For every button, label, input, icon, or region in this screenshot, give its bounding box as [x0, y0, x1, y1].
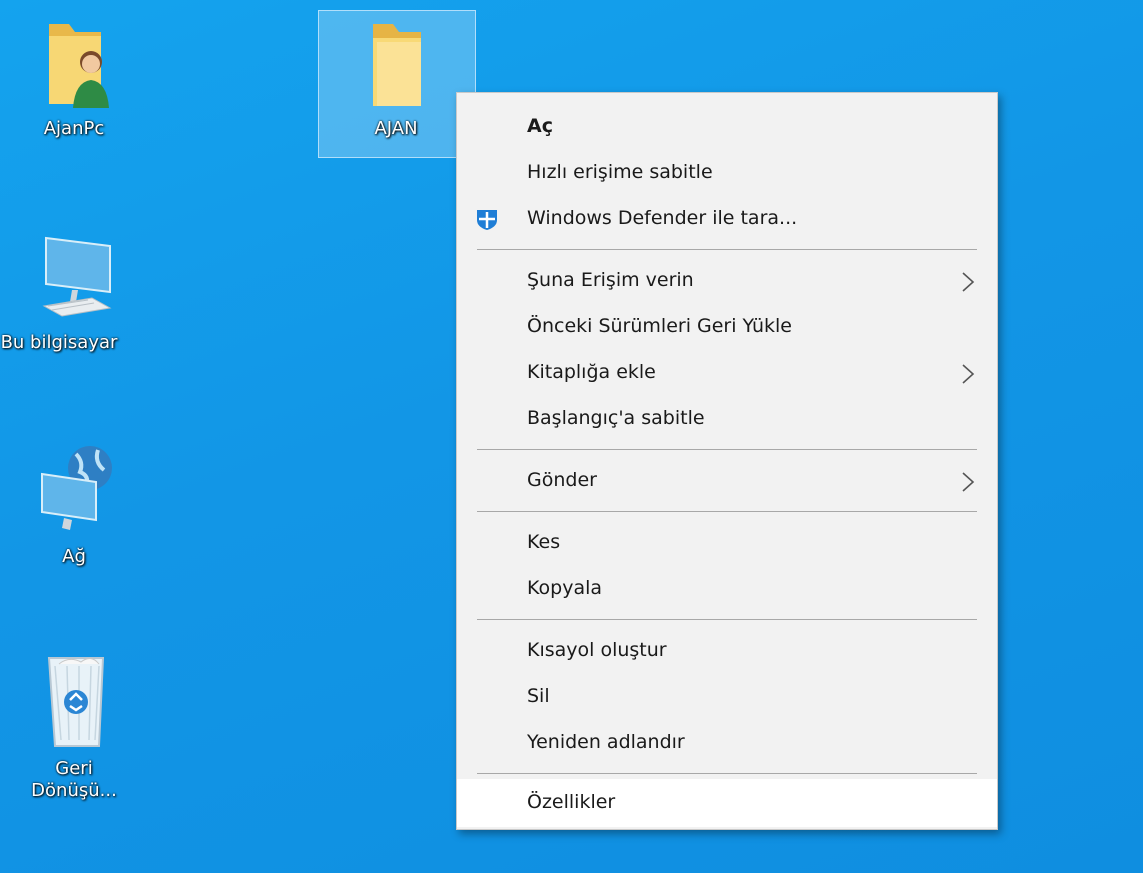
menu-separator [477, 619, 977, 620]
menu-item-cut[interactable]: Kes [457, 521, 997, 565]
menu-item-label: Kısayol oluştur [527, 639, 667, 661]
windows-defender-icon [477, 210, 497, 230]
menu-item-open[interactable]: Aç [457, 105, 997, 149]
menu-item-label: Windows Defender ile tara... [527, 207, 798, 229]
menu-item-label: Önceki Sürümleri Geri Yükle [527, 315, 792, 337]
computer-icon [42, 236, 112, 317]
menu-item-label: Yeniden adlandır [527, 731, 685, 753]
desktop-icon-label: AjanPc [43, 118, 105, 139]
desktop-icon-label: Ağ [62, 546, 86, 567]
desktop-icon-label: Bu bilgisayar [0, 332, 118, 353]
menu-item-delete[interactable]: Sil [457, 675, 997, 719]
desktop-icon-label: Geri Dönüşü... [31, 758, 117, 801]
menu-item-copy[interactable]: Kopyala [457, 567, 997, 611]
menu-item-label: Şuna Erişim verin [527, 269, 694, 291]
menu-item-label: Kitaplığa ekle [527, 361, 656, 383]
desktop-icon-this-pc[interactable]: Bu bilgisayar [1, 228, 128, 354]
menu-item-create-shortcut[interactable]: Kısayol oluştur [457, 629, 997, 673]
menu-item-include-in-library[interactable]: Kitaplığa ekle [457, 351, 997, 395]
menu-item-rename[interactable]: Yeniden adlandır [457, 721, 997, 765]
menu-item-label: Kopyala [527, 577, 603, 599]
menu-item-defender-scan[interactable]: Windows Defender ile tara... [457, 197, 997, 241]
menu-item-give-access[interactable]: Şuna Erişim verin [457, 259, 997, 303]
folder-icon [373, 24, 421, 106]
menu-item-properties[interactable]: Özellikler [457, 779, 997, 827]
menu-item-label: Özellikler [527, 791, 616, 813]
menu-item-label: Hızlı erişime sabitle [527, 161, 713, 183]
menu-item-pin-to-start[interactable]: Başlangıç'a sabitle [457, 397, 997, 441]
menu-item-label: Sil [527, 685, 550, 707]
desktop-icon-recycle-bin[interactable]: Geri Dönüşü... [14, 650, 134, 802]
desktop-icon-ajan-folder[interactable]: AJAN [336, 14, 456, 140]
menu-item-label: Başlangıç'a sabitle [527, 407, 705, 429]
desktop-icon-ajanpc[interactable]: AjanPc [14, 14, 134, 140]
menu-item-send-to[interactable]: Gönder [457, 459, 997, 503]
context-menu: Aç Hızlı erişime sabitle Windows Defende… [456, 92, 998, 830]
menu-separator [477, 449, 977, 450]
menu-item-label: Kes [527, 531, 561, 553]
chevron-right-icon [962, 472, 975, 492]
chevron-right-icon [962, 272, 975, 292]
desktop-icon-label: AJAN [374, 118, 418, 139]
menu-item-restore-previous-versions[interactable]: Önceki Sürümleri Geri Yükle [457, 305, 997, 349]
menu-separator [477, 773, 977, 774]
menu-item-label: Aç [527, 115, 553, 137]
desktop-icon-network[interactable]: Ağ [14, 440, 134, 568]
menu-separator [477, 249, 977, 250]
menu-item-pin-quick-access[interactable]: Hızlı erişime sabitle [457, 151, 997, 195]
recycle-bin-icon [47, 657, 105, 747]
menu-item-label: Gönder [527, 469, 597, 491]
network-icon [41, 446, 112, 530]
user-folder-icon [49, 24, 109, 108]
chevron-right-icon [962, 364, 975, 384]
menu-separator [477, 511, 977, 512]
